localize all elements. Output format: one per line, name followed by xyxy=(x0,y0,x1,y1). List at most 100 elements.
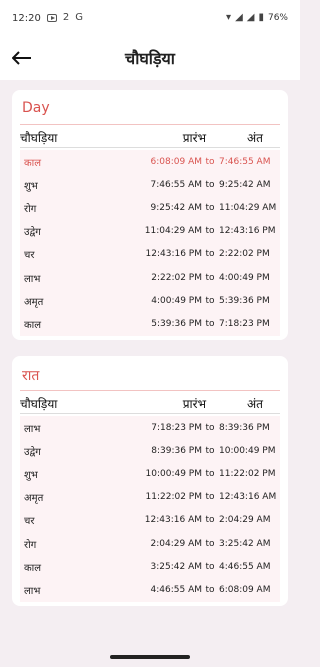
row-start: 7:18:23 PM xyxy=(151,422,202,433)
row-start: 10:00:49 PM xyxy=(145,468,202,479)
table-row: काल 6:08:09 AM to 7:46:55 AM xyxy=(20,150,280,174)
notification-count: 2 xyxy=(62,12,70,23)
night-title: रात xyxy=(22,368,40,384)
table-row: रोग 2:04:29 AM to 3:25:42 AM xyxy=(20,531,280,556)
table-row: चर 12:43:16 PM to 2:22:02 PM xyxy=(20,242,280,266)
table-row: अमृत 4:00:49 PM to 5:39:36 PM xyxy=(20,289,280,313)
row-name: काल xyxy=(24,562,42,574)
row-end: 4:46:55 AM xyxy=(219,561,271,572)
table-row: शुभ 10:00:49 PM to 11:22:02 PM xyxy=(20,462,280,486)
row-name: चर xyxy=(24,516,35,528)
row-to: to xyxy=(205,156,215,167)
header-choghadiya: चौघड़िया xyxy=(20,397,58,411)
wifi-icon: ▾ xyxy=(226,12,232,23)
table-row: काल 3:25:42 AM to 4:46:55 AM xyxy=(20,555,280,579)
row-end: 4:00:49 PM xyxy=(219,272,270,283)
row-to: to xyxy=(205,422,215,433)
status-right: ▾ ◢ ◢ ▮ 76% xyxy=(226,12,288,24)
row-start: 12:43:16 PM xyxy=(145,249,202,260)
row-end: 2:04:29 AM xyxy=(219,515,271,526)
row-start: 4:00:49 PM xyxy=(151,295,202,306)
row-start: 11:22:02 PM xyxy=(145,492,202,503)
row-end: 2:22:02 PM xyxy=(219,249,270,260)
row-start: 5:39:36 PM xyxy=(151,318,202,329)
youtube-icon xyxy=(46,14,57,22)
row-end: 5:39:36 PM xyxy=(219,295,270,306)
table-row: काल 5:39:36 PM to 7:18:23 PM xyxy=(20,312,280,336)
row-name: शुभ xyxy=(24,469,38,481)
row-name: शुभ xyxy=(24,180,38,192)
table-row: लाभ 2:22:02 PM to 4:00:49 PM xyxy=(20,265,280,290)
night-table-header: चौघड़िया प्रारंभ अंत xyxy=(20,394,280,414)
row-to: to xyxy=(205,226,215,237)
gesture-nav-bar[interactable] xyxy=(110,655,190,659)
row-name: रोग xyxy=(24,203,37,215)
row-end: 10:00:49 PM xyxy=(219,445,276,456)
row-name: काल xyxy=(24,157,42,169)
header-start: प्रारंभ xyxy=(182,131,206,145)
row-end: 7:18:23 PM xyxy=(219,318,270,329)
row-end: 7:46:55 AM xyxy=(219,156,271,167)
row-name: चर xyxy=(24,250,35,262)
row-to: to xyxy=(205,468,215,479)
row-end: 12:43:16 AM xyxy=(219,492,277,503)
table-row: अमृत 11:22:02 PM to 12:43:16 AM xyxy=(20,485,280,509)
row-end: 8:39:36 PM xyxy=(219,422,270,433)
day-table-header: चौघड़िया प्रारंभ अंत xyxy=(20,128,280,148)
row-to: to xyxy=(205,179,215,190)
row-start: 2:04:29 AM xyxy=(150,538,202,549)
row-to: to xyxy=(205,561,215,572)
signal-icon-2: ◢ xyxy=(246,12,255,23)
row-name: लाभ xyxy=(24,585,41,597)
status-left: 12:20 2 G xyxy=(12,13,83,24)
row-name: काल xyxy=(24,319,42,331)
row-start: 6:08:09 AM xyxy=(150,156,202,167)
row-start: 9:25:42 AM xyxy=(150,202,202,213)
night-divider xyxy=(20,390,280,391)
row-to: to xyxy=(205,272,215,283)
day-rows: काल 6:08:09 AM to 7:46:55 AM शुभ 7:46:55… xyxy=(20,150,280,336)
row-to: to xyxy=(205,318,215,329)
day-title: Day xyxy=(22,100,50,116)
row-name: अमृत xyxy=(24,296,44,308)
row-name: उद्वेग xyxy=(24,227,41,239)
app-bar: चौघड़िया xyxy=(0,36,300,80)
row-to: to xyxy=(205,538,215,549)
status-time: 12:20 xyxy=(12,12,41,24)
battery-level: 76% xyxy=(267,13,288,23)
row-end: 9:25:42 AM xyxy=(219,179,271,190)
header-end: अंत xyxy=(246,397,263,411)
header-end: अंत xyxy=(246,131,263,145)
battery-icon: ▮ xyxy=(258,12,264,23)
row-name: अमृत xyxy=(24,493,44,505)
row-end: 11:22:02 PM xyxy=(219,468,276,479)
day-card: Day चौघड़िया प्रारंभ अंत काल 6:08:09 AM … xyxy=(12,90,288,340)
table-row: लाभ 7:18:23 PM to 8:39:36 PM xyxy=(20,416,280,440)
row-end: 11:04:29 AM xyxy=(219,202,277,213)
row-name: लाभ xyxy=(24,423,41,435)
table-row: शुभ 7:46:55 AM to 9:25:42 AM xyxy=(20,173,280,197)
arrow-left-icon xyxy=(12,51,31,65)
row-to: to xyxy=(205,295,215,306)
row-start: 4:46:55 AM xyxy=(150,584,202,595)
row-name: रोग xyxy=(24,539,37,551)
night-rows: लाभ 7:18:23 PM to 8:39:36 PM उद्वेग 8:39… xyxy=(20,416,280,602)
row-name: उद्वेग xyxy=(24,446,41,458)
row-start: 11:04:29 AM xyxy=(144,226,202,237)
row-start: 3:25:42 AM xyxy=(150,561,202,572)
row-start: 7:46:55 AM xyxy=(150,179,202,190)
back-button[interactable] xyxy=(8,44,36,72)
table-row: रोग 9:25:42 AM to 11:04:29 AM xyxy=(20,196,280,220)
row-to: to xyxy=(205,492,215,503)
row-to: to xyxy=(205,249,215,260)
row-start: 2:22:02 PM xyxy=(151,272,202,283)
table-row: उद्वेग 8:39:36 PM to 10:00:49 PM xyxy=(20,439,280,463)
row-to: to xyxy=(205,515,215,526)
row-end: 6:08:09 AM xyxy=(219,584,271,595)
table-row: चर 12:43:16 AM to 2:04:29 AM xyxy=(20,508,280,532)
table-row: लाभ 4:46:55 AM to 6:08:09 AM xyxy=(20,578,280,602)
page-title: चौघड़िया xyxy=(125,49,175,68)
row-start: 12:43:16 AM xyxy=(144,515,202,526)
row-to: to xyxy=(205,584,215,595)
row-name: लाभ xyxy=(24,273,41,285)
